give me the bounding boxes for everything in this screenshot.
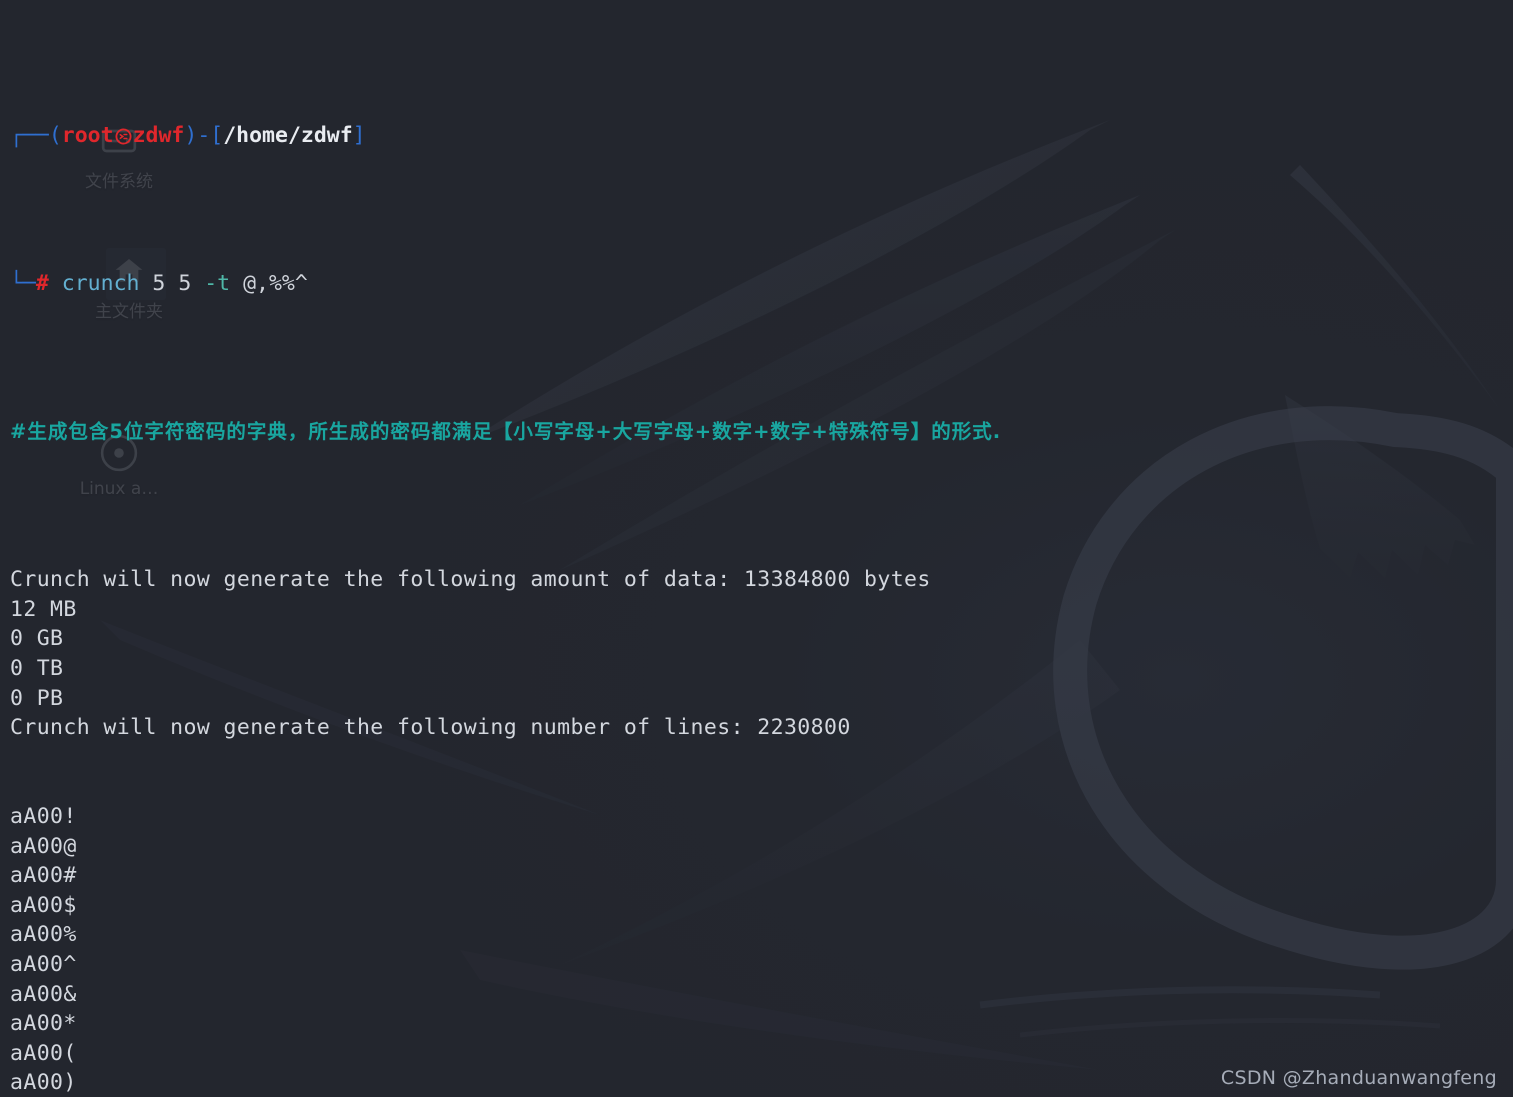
shell-prompt-line-1: ┌──(root zdwf)-[/home/zdwf] xyxy=(10,121,1513,151)
prompt-bracket-open: [ xyxy=(210,123,224,149)
output-line: Crunch will now generate the following a… xyxy=(10,567,931,593)
prompt-hash: # xyxy=(35,271,49,297)
csdn-watermark: CSDN @Zhanduanwangfeng xyxy=(1220,1067,1497,1089)
prompt-paren-open: ( xyxy=(48,123,62,149)
prompt-branch-bottom: └─ xyxy=(10,271,36,297)
kali-dragon-icon xyxy=(115,128,132,145)
prompt-host: zdwf xyxy=(132,123,185,149)
command-flag: -t xyxy=(204,271,231,297)
terminal-output-area[interactable]: ┌──(root zdwf)-[/home/zdwf] └─# crunch 5 … xyxy=(0,0,1513,1097)
output-line: 0 PB xyxy=(10,685,64,711)
crunch-output-block: Crunch will now generate the following a… xyxy=(10,565,1513,743)
password-line: aA00* xyxy=(10,1011,77,1037)
password-line: aA00% xyxy=(10,922,77,948)
prompt-user: root xyxy=(61,123,114,149)
prompt-branch-top: ┌── xyxy=(10,123,49,149)
command-pattern: @,%%^ xyxy=(243,271,308,297)
password-line: aA00^ xyxy=(10,952,77,977)
prompt-path: /home/zdwf xyxy=(223,123,353,149)
password-line: aA00# xyxy=(10,863,77,889)
command-arg-min: 5 xyxy=(152,271,166,297)
output-line: 0 GB xyxy=(10,626,64,652)
password-line: aA00$ xyxy=(10,892,77,918)
password-line: aA00! xyxy=(10,804,77,830)
generated-password-list: aA00! aA00@ aA00# aA00$ aA00% aA00^ aA00& aA00*… xyxy=(10,802,1513,1097)
command-arg-max: 5 xyxy=(178,271,192,297)
output-line: 0 TB xyxy=(10,656,64,682)
command-name: crunch xyxy=(61,271,140,297)
password-line: aA00( xyxy=(10,1040,77,1066)
password-line: aA00@ xyxy=(10,833,77,859)
prompt-bracket-close: ] xyxy=(352,123,366,149)
comment-text: #生成包含5位字符密码的字典，所生成的密码都满足【小写字母+大写字母+数字+数字… xyxy=(10,420,1002,444)
prompt-paren-close: ) xyxy=(184,123,198,149)
output-line: Crunch will now generate the following n… xyxy=(10,715,851,741)
password-line: aA00& xyxy=(10,981,77,1007)
prompt-dash: - xyxy=(197,123,211,149)
shell-prompt-line-2: └─# crunch 5 5 -t @,%%^ xyxy=(10,269,1513,299)
comment-line: #生成包含5位字符密码的字典，所生成的密码都满足【小写字母+大写字母+数字+数字… xyxy=(10,417,1513,447)
output-line: 12 MB xyxy=(10,596,77,622)
